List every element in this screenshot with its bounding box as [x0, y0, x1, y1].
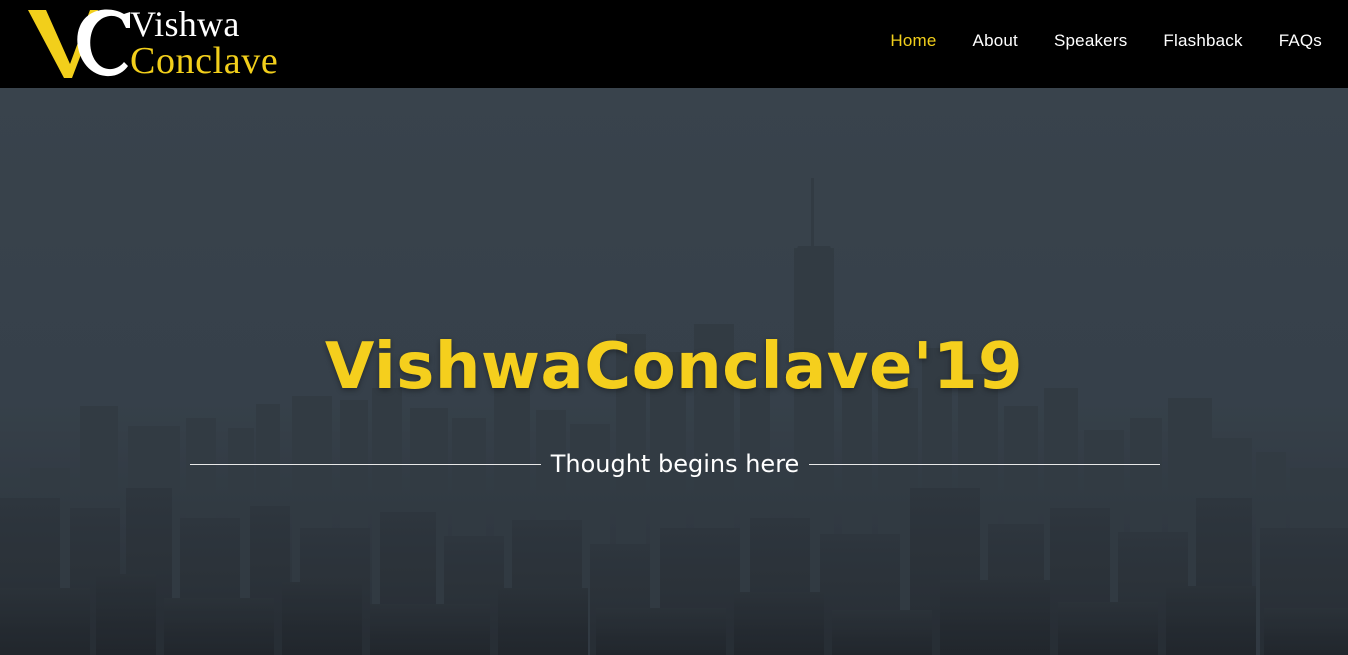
brand-logo-link[interactable]: Vishwa Conclave: [26, 0, 278, 88]
main-nav: Home About Speakers Flashback FAQs: [854, 31, 1322, 51]
brand-word-vishwa: Vishwa: [130, 4, 240, 44]
tagline-divider-right: [809, 463, 1161, 465]
tagline-divider-left: [190, 463, 541, 465]
nav-item-home[interactable]: Home: [890, 31, 936, 51]
vc-monogram-logo: [28, 9, 130, 78]
hero-title: VishwaConclave'19: [324, 330, 1024, 404]
tagline-row: Thought begins here: [190, 444, 1161, 484]
brand-wordmark: Vishwa Conclave: [130, 4, 279, 82]
navbar: Vishwa Conclave Home About Speakers Flas…: [0, 0, 1348, 88]
brand-word-conclave: Conclave: [130, 40, 279, 82]
hero-content: VishwaConclave'19 Thought begins here: [0, 88, 1348, 655]
hero-tagline: Thought begins here: [550, 450, 800, 478]
nav-item-about[interactable]: About: [973, 31, 1018, 51]
nav-item-flashback[interactable]: Flashback: [1163, 31, 1242, 51]
hero-section: VishwaConclave'19 Thought begins here: [0, 88, 1348, 655]
nav-item-faqs[interactable]: FAQs: [1279, 31, 1322, 51]
nav-item-speakers[interactable]: Speakers: [1054, 31, 1127, 51]
